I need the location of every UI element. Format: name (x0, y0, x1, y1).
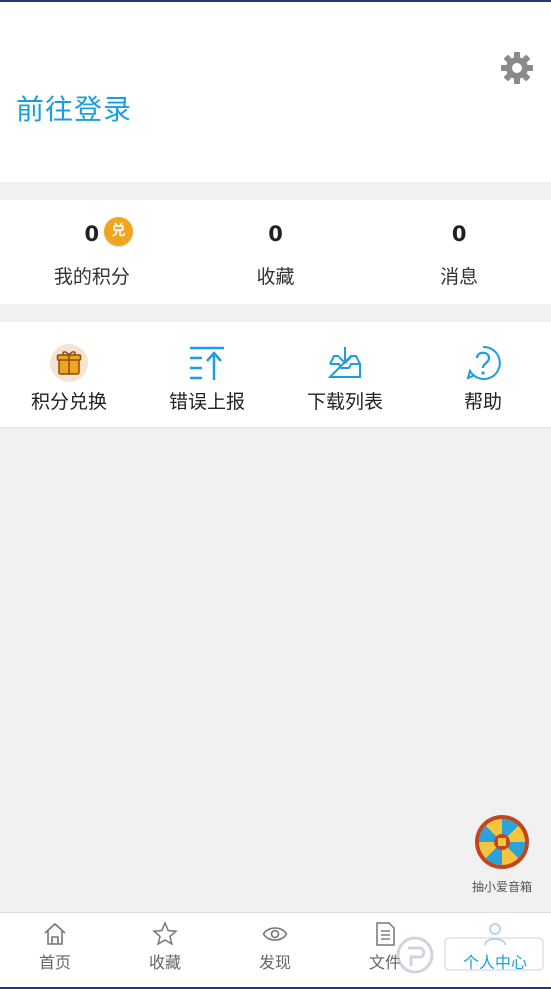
gear-icon[interactable] (499, 50, 535, 86)
lottery-wheel-icon[interactable] (474, 814, 530, 870)
messages-label: 消息 (440, 266, 479, 288)
tab-favorites[interactable]: 收藏 (110, 913, 220, 989)
messages-value: 0 (451, 222, 467, 246)
stat-favorites[interactable]: 0 收藏 (184, 200, 368, 304)
tool-error-report[interactable]: 错误上报 (138, 322, 276, 428)
tool-label: 错误上报 (168, 391, 245, 413)
stat-messages[interactable]: 0 消息 (367, 200, 551, 304)
lottery-label[interactable]: 抽小爱音箱 (462, 878, 542, 895)
redeem-badge[interactable]: 兑 (104, 217, 133, 246)
points-value: 0 (84, 222, 100, 246)
tab-label: 收藏 (148, 953, 181, 972)
tab-label: 首页 (38, 953, 71, 972)
login-link[interactable]: 前往登录 (16, 88, 132, 128)
tools-grid: 积分兑换 错误上报 下载列表 帮助 (0, 322, 551, 428)
tool-label: 帮助 (463, 391, 502, 413)
help-icon (466, 345, 501, 380)
favorites-label: 收藏 (256, 266, 295, 288)
star-icon (152, 921, 178, 946)
upload-report-icon (190, 346, 224, 380)
tab-discover[interactable]: 发现 (220, 913, 330, 989)
tab-home[interactable]: 首页 (0, 913, 110, 989)
watermark-logo (396, 936, 544, 974)
tool-label: 下载列表 (306, 391, 383, 413)
gift-icon (50, 344, 88, 382)
tab-label: 发现 (258, 953, 291, 972)
eye-icon (262, 927, 288, 941)
favorites-value: 0 (268, 222, 283, 246)
download-tray-icon (327, 347, 361, 378)
points-label: 我的积分 (53, 266, 130, 288)
stats-bar: 0 我的积分 0 收藏 0 消息 (0, 200, 551, 304)
tool-download-list[interactable]: 下载列表 (276, 322, 414, 428)
home-icon (44, 922, 66, 945)
profile-header: 前往登录 (0, 2, 551, 182)
tool-label: 积分兑换 (30, 391, 107, 413)
stat-points[interactable]: 0 我的积分 (0, 200, 184, 304)
tool-points-exchange[interactable]: 积分兑换 (0, 322, 138, 428)
tool-help[interactable]: 帮助 (414, 322, 551, 428)
